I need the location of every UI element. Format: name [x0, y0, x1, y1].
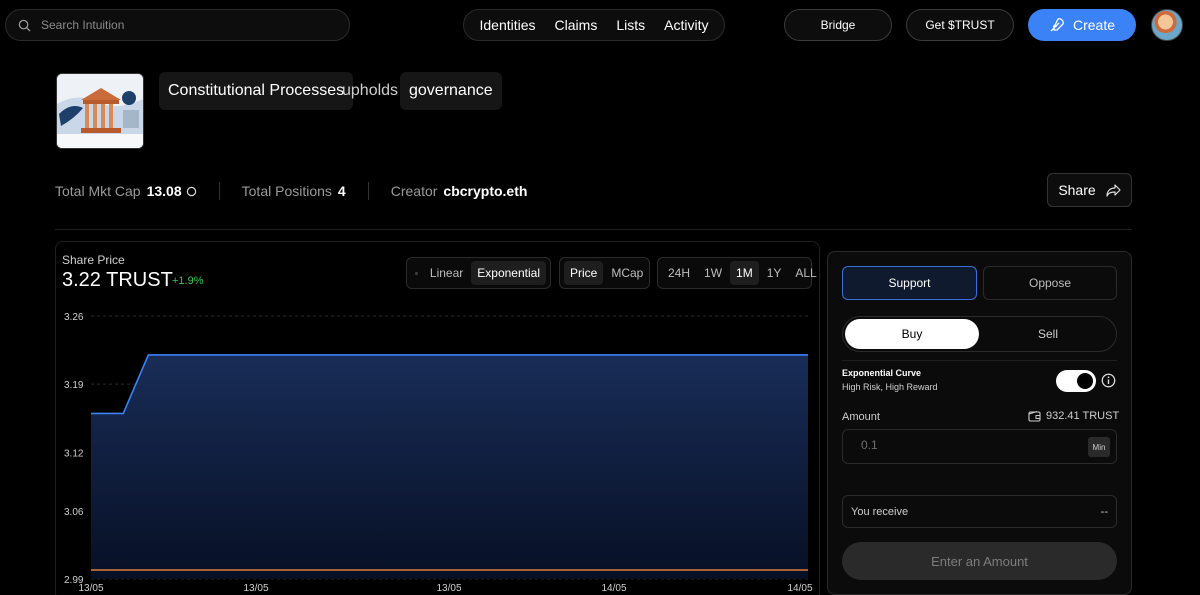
- share-arrow-icon: [1106, 183, 1121, 197]
- series-area: [91, 354, 808, 579]
- metric-toggle: Price MCap: [559, 257, 650, 289]
- search-bar[interactable]: [5, 9, 350, 41]
- search-icon: [18, 19, 31, 32]
- y-tick-label: 3.06: [64, 507, 84, 518]
- curve-title: Exponential Curve: [842, 368, 922, 378]
- support-tab[interactable]: Support: [842, 266, 977, 300]
- range-toggle: 24H 1W 1M 1Y ALL: [657, 257, 817, 289]
- range-1m[interactable]: 1M: [730, 261, 759, 285]
- amount-input[interactable]: [861, 438, 1061, 452]
- min-label: Min: [1092, 442, 1106, 452]
- positions-value: 4: [337, 183, 346, 199]
- share-price-label: Share Price: [62, 253, 125, 267]
- share-label: Share: [1058, 182, 1096, 198]
- avatar[interactable]: [1151, 9, 1183, 41]
- positions-label: Total Positions: [241, 183, 332, 199]
- min-button[interactable]: Min: [1088, 437, 1110, 457]
- x-tick-label: 14/05: [787, 583, 812, 594]
- scale-toggle: Linear Exponential: [406, 257, 551, 289]
- claim-thumbnail: [56, 73, 144, 149]
- share-price-value: 3.22 TRUST: [62, 269, 173, 291]
- bridge-button[interactable]: Bridge: [784, 9, 892, 41]
- object-chip[interactable]: governance: [400, 72, 502, 110]
- metric-mcap[interactable]: MCap: [605, 261, 649, 285]
- predicate-label[interactable]: upholds: [342, 82, 398, 100]
- get-trust-label: Get $TRUST: [925, 18, 995, 32]
- range-1w[interactable]: 1W: [698, 261, 728, 285]
- mkt-cap-value: 13.08: [146, 183, 182, 199]
- subject-chip[interactable]: Constitutional Processes: [159, 72, 354, 110]
- search-input[interactable]: [41, 18, 321, 32]
- range-24h[interactable]: 24H: [662, 261, 696, 285]
- info-icon[interactable]: [415, 267, 418, 280]
- nav-activity[interactable]: Activity: [664, 17, 708, 33]
- range-1y[interactable]: 1Y: [761, 261, 788, 285]
- nav-lists[interactable]: Lists: [616, 17, 645, 33]
- share-button[interactable]: Share: [1047, 173, 1132, 207]
- nav-claims[interactable]: Claims: [555, 17, 598, 33]
- receive-row: You receive --: [842, 495, 1117, 528]
- y-tick-label: 3.26: [64, 312, 84, 323]
- x-tick-label: 14/05: [601, 583, 626, 594]
- metric-price[interactable]: Price: [564, 261, 604, 285]
- balance-value: 932.41 TRUST: [1046, 410, 1120, 422]
- buy-label: Buy: [901, 327, 923, 341]
- nav-identities[interactable]: Identities: [480, 17, 536, 33]
- trust-coin-icon: [186, 186, 196, 196]
- x-tick-label: 13/05: [436, 583, 461, 594]
- receive-value: --: [1100, 505, 1108, 518]
- wallet-icon: [1028, 410, 1041, 422]
- main-nav: Identities Claims Lists Activity: [463, 9, 725, 41]
- amount-field[interactable]: Min: [842, 429, 1117, 464]
- y-tick-label: 3.19: [64, 380, 84, 391]
- creator-label: Creator: [390, 183, 438, 199]
- stats-row: Total Mkt Cap 13.08 Total Positions 4 Cr…: [55, 182, 527, 200]
- share-price-change: +1.9%: [172, 275, 204, 287]
- get-trust-button[interactable]: Get $TRUST: [906, 9, 1014, 41]
- x-tick-label: 13/05: [243, 583, 268, 594]
- sell-label: Sell: [1037, 327, 1058, 341]
- wallet-balance: 932.41 TRUST: [1028, 410, 1119, 422]
- scale-linear[interactable]: Linear: [424, 261, 469, 285]
- x-tick-label: 13/05: [78, 583, 103, 594]
- creator-value[interactable]: cbcrypto.eth: [443, 183, 527, 199]
- create-button[interactable]: Create: [1028, 9, 1136, 41]
- curve-toggle[interactable]: [1056, 370, 1096, 392]
- support-label: Support: [888, 276, 931, 290]
- create-label: Create: [1072, 17, 1116, 33]
- receive-label: You receive: [851, 505, 909, 518]
- curve-info-icon[interactable]: [1101, 373, 1116, 388]
- oppose-tab[interactable]: Oppose: [983, 266, 1117, 300]
- submit-label: Enter an Amount: [931, 553, 1028, 569]
- mkt-cap-label: Total Mkt Cap: [55, 183, 141, 199]
- object-label: governance: [409, 82, 493, 99]
- sell-tab[interactable]: Sell: [983, 319, 1113, 349]
- quill-icon: [1050, 18, 1064, 32]
- range-all[interactable]: ALL: [789, 261, 822, 285]
- bridge-label: Bridge: [820, 18, 856, 32]
- subject-label: Constitutional Processes: [168, 82, 345, 99]
- curve-subtitle: High Risk, High Reward: [842, 382, 938, 392]
- buy-tab[interactable]: Buy: [845, 319, 979, 349]
- price-chart[interactable]: 3.263.193.123.062.9913/05 13/05 13/05 14/05…: [55, 300, 820, 595]
- y-tick-label: 3.12: [64, 448, 84, 459]
- scale-exponential[interactable]: Exponential: [471, 261, 546, 285]
- submit-button[interactable]: Enter an Amount: [842, 542, 1117, 580]
- oppose-label: Oppose: [1028, 276, 1072, 290]
- amount-label: Amount: [842, 411, 880, 423]
